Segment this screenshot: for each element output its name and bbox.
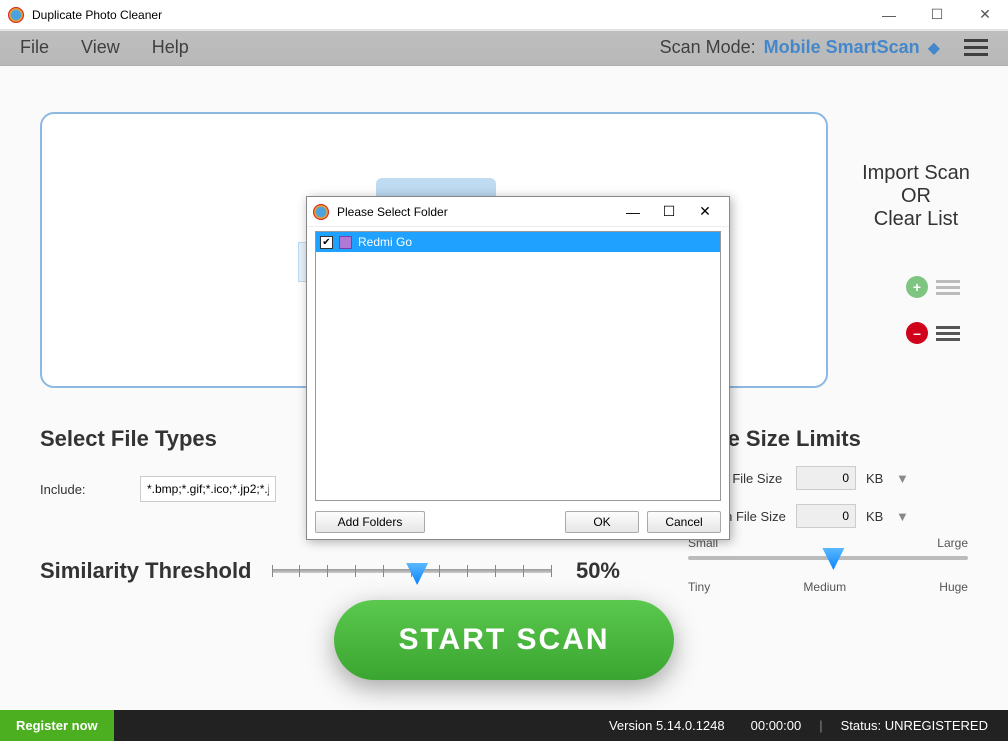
size-slider-large: Large <box>937 536 968 550</box>
minus-icon: – <box>906 322 928 344</box>
clear-list-label: Clear List <box>856 208 976 231</box>
max-size-dropdown-icon[interactable]: ▼ <box>896 509 909 524</box>
max-size-input[interactable] <box>796 504 856 528</box>
size-slider-medium: Medium <box>803 580 846 594</box>
maximize-button[interactable]: ☐ <box>922 3 952 27</box>
close-button[interactable]: ✕ <box>970 3 1000 27</box>
divider: | <box>819 718 822 733</box>
start-scan-button[interactable]: START SCAN <box>334 600 674 680</box>
or-label: OR <box>856 185 976 208</box>
folder-row[interactable]: ✔ Redmi Go <box>316 232 720 252</box>
folder-checkbox[interactable]: ✔ <box>320 236 333 249</box>
dialog-app-icon <box>313 204 329 220</box>
device-icon <box>339 236 352 249</box>
similarity-title: Similarity Threshold <box>40 558 252 584</box>
app-icon <box>8 7 24 23</box>
folder-name: Redmi Go <box>358 235 412 249</box>
max-size-unit: KB <box>866 509 886 524</box>
size-slider-huge: Huge <box>939 580 968 594</box>
add-list-button[interactable]: + <box>906 276 960 298</box>
window-titlebar: Duplicate Photo Cleaner — ☐ ✕ <box>0 0 1008 30</box>
dialog-minimize-button[interactable]: — <box>615 204 651 220</box>
dialog-maximize-button[interactable]: ☐ <box>651 203 687 220</box>
ok-button[interactable]: OK <box>565 511 639 533</box>
min-size-input[interactable] <box>796 466 856 490</box>
include-label: Include: <box>40 482 120 497</box>
import-scan-label: Import Scan <box>856 162 976 185</box>
time-label: 00:00:00 <box>751 718 802 733</box>
version-label: Version 5.14.0.1248 <box>609 718 725 733</box>
app-title: Duplicate Photo Cleaner <box>32 8 874 22</box>
cancel-button[interactable]: Cancel <box>647 511 721 533</box>
dialog-close-button[interactable]: ✕ <box>687 203 723 220</box>
plus-icon: + <box>906 276 928 298</box>
list-icon <box>936 326 960 341</box>
size-slider-tiny: Tiny <box>688 580 710 594</box>
add-folders-button[interactable]: Add Folders <box>315 511 425 533</box>
status-label: Status: UNREGISTERED <box>841 718 988 733</box>
select-folder-dialog: Please Select Folder — ☐ ✕ ✔ Redmi Go Ad… <box>306 196 730 540</box>
status-bar: Register now Version 5.14.0.1248 00:00:0… <box>0 710 1008 741</box>
similarity-section: Similarity Threshold 50% <box>40 558 620 584</box>
size-slider-indicator-icon[interactable] <box>822 548 844 570</box>
dialog-title: Please Select Folder <box>337 205 615 219</box>
similarity-value: 50% <box>576 558 620 584</box>
dialog-titlebar: Please Select Folder — ☐ ✕ <box>307 197 729 227</box>
remove-list-button[interactable]: – <box>906 322 960 344</box>
size-slider-section: Small Large Tiny Medium Huge <box>688 536 968 594</box>
minimize-button[interactable]: — <box>874 3 904 27</box>
include-input[interactable] <box>140 476 276 502</box>
size-slider[interactable] <box>688 556 968 560</box>
min-size-unit: KB <box>866 471 886 486</box>
folder-list[interactable]: ✔ Redmi Go <box>315 231 721 501</box>
min-size-dropdown-icon[interactable]: ▼ <box>896 471 909 486</box>
right-actions: Import Scan OR Clear List <box>856 162 976 231</box>
similarity-slider[interactable] <box>272 561 552 581</box>
list-icon <box>936 280 960 295</box>
register-button[interactable]: Register now <box>0 710 114 741</box>
